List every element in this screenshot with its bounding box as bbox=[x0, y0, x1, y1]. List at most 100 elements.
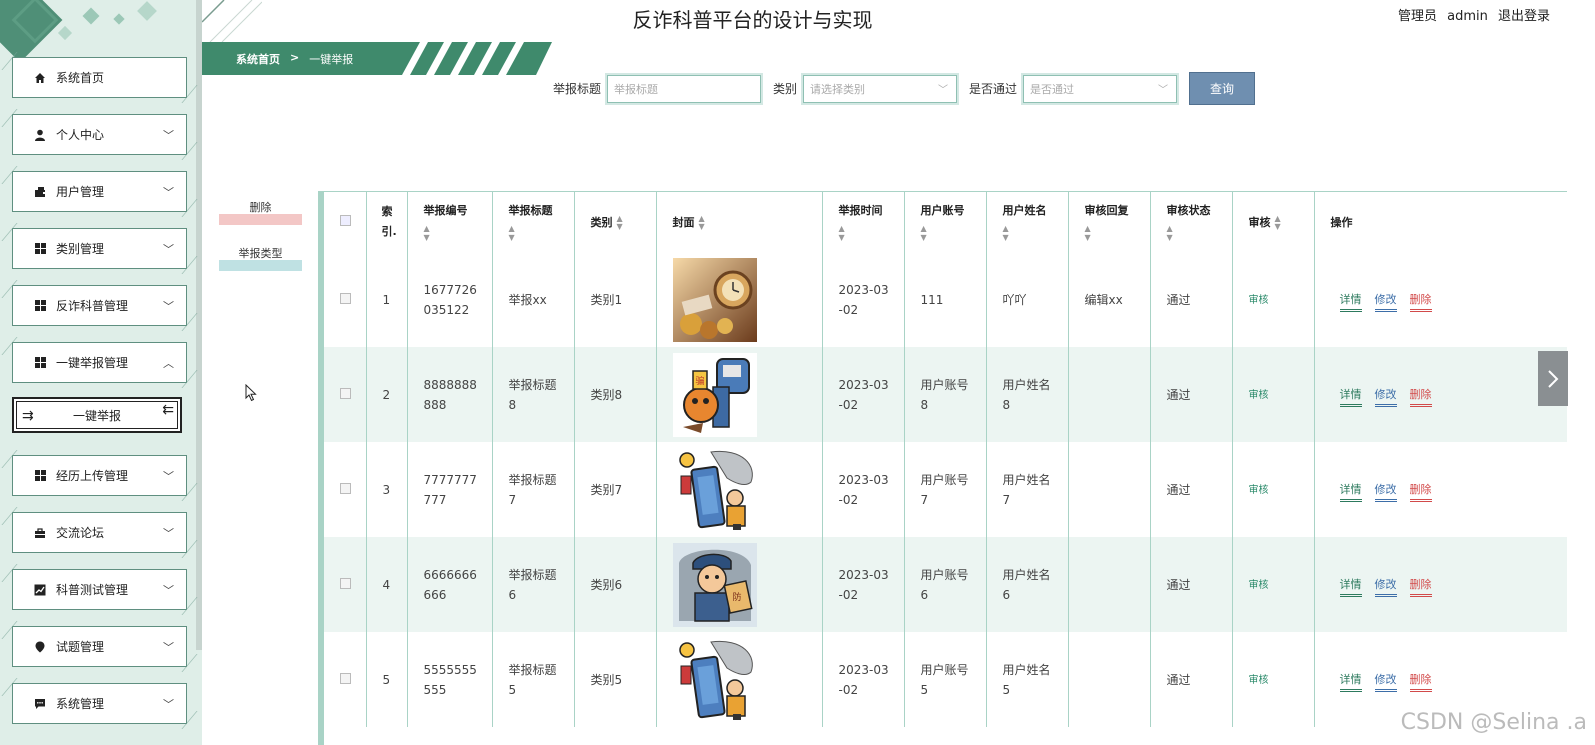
sidebar-item-system-management[interactable]: 系统管理 ﹀ bbox=[12, 683, 187, 724]
sort-icon[interactable]: ▲ ▼ bbox=[424, 224, 478, 242]
cell-review-status: 通过 bbox=[1150, 442, 1233, 537]
sidebar-item-personal-center[interactable]: 个人中心 ﹀ bbox=[12, 114, 187, 155]
row-select-cell[interactable] bbox=[324, 347, 367, 442]
review-link[interactable]: 审核 bbox=[1249, 580, 1269, 591]
cell-index: 4 bbox=[366, 537, 408, 632]
delete-link[interactable]: 删除 bbox=[1409, 483, 1432, 502]
select-all-header[interactable] bbox=[324, 192, 367, 252]
cell-category: 类别1 bbox=[574, 252, 657, 347]
search-category-label: 类别 bbox=[773, 82, 798, 96]
cell-user-name: 用户姓名5 bbox=[986, 632, 1069, 727]
header-review-reply[interactable]: 审核回复 ▲ ▼ bbox=[1068, 192, 1151, 252]
sidebar-subitem-one-click-report[interactable]: ⇉ 一键举报 ⇇ bbox=[12, 397, 182, 433]
sidebar-item-experience-upload[interactable]: 经历上传管理 ﹀ bbox=[12, 455, 187, 496]
cell-report-time: 2023-03-02 bbox=[822, 252, 905, 347]
sort-icon[interactable]: ▲ ▼ bbox=[1167, 224, 1218, 242]
delete-link[interactable]: 删除 bbox=[1409, 293, 1432, 312]
header-report-no[interactable]: 举报编号 ▲ ▼ bbox=[407, 192, 493, 252]
row-checkbox[interactable] bbox=[340, 482, 351, 494]
header-review[interactable]: 审核 ▲ ▼ bbox=[1232, 192, 1315, 252]
sort-icon[interactable]: ▲ ▼ bbox=[509, 224, 560, 242]
next-page-arrow[interactable] bbox=[1538, 351, 1568, 406]
logout-link[interactable]: 退出登录 bbox=[1498, 9, 1550, 24]
cell-cover bbox=[656, 252, 823, 347]
header-report-title[interactable]: 举报标题 ▲ ▼ bbox=[492, 192, 575, 252]
edit-link[interactable]: 修改 bbox=[1374, 293, 1397, 312]
delete-link[interactable]: 删除 bbox=[1409, 388, 1432, 407]
search-title-label: 举报标题 bbox=[553, 82, 602, 96]
header-review-status[interactable]: 审核状态 ▲ ▼ bbox=[1150, 192, 1233, 252]
row-checkbox[interactable] bbox=[340, 292, 351, 304]
row-select-cell[interactable] bbox=[324, 252, 367, 347]
row-select-cell[interactable] bbox=[324, 632, 367, 727]
detail-link[interactable]: 详情 bbox=[1339, 673, 1362, 692]
sidebar-item-anti-fraud-management[interactable]: 反诈科普管理 ﹀ bbox=[12, 285, 187, 326]
edit-link[interactable]: 修改 bbox=[1374, 673, 1397, 692]
review-link[interactable]: 审核 bbox=[1249, 295, 1269, 306]
chevron-down-icon: ﹀ bbox=[163, 243, 174, 256]
sort-icon[interactable]: ▲ ▼ bbox=[839, 224, 890, 242]
subitem-frame bbox=[16, 401, 178, 429]
delete-link[interactable]: 删除 bbox=[1409, 673, 1432, 692]
search-category-select[interactable]: 请选择类别 ﹀ bbox=[801, 72, 960, 105]
cell-report-time: 2023-03-02 bbox=[822, 442, 905, 537]
cell-report-title: 举报标题6 bbox=[492, 537, 575, 632]
chevron-down-icon: ﹀ bbox=[163, 641, 174, 654]
sidebar-item-question-management[interactable]: 试题管理 ﹀ bbox=[12, 626, 187, 667]
sidebar-item-label: 科普测试管理 bbox=[56, 583, 129, 597]
delete-link[interactable]: 删除 bbox=[1409, 578, 1432, 597]
sort-icon[interactable]: ▲ ▼ bbox=[921, 224, 972, 242]
edit-link[interactable]: 修改 bbox=[1374, 483, 1397, 502]
cell-index: 1 bbox=[366, 252, 408, 347]
sort-icon[interactable]: ▲ ▼ bbox=[1085, 224, 1136, 242]
detail-link[interactable]: 详情 bbox=[1339, 293, 1362, 312]
search-button[interactable]: 查询 bbox=[1189, 72, 1256, 105]
edit-link[interactable]: 修改 bbox=[1374, 578, 1397, 597]
review-link[interactable]: 审核 bbox=[1249, 485, 1269, 496]
batch-delete-button[interactable]: 删除 bbox=[219, 201, 302, 225]
sort-icon[interactable]: ▲ ▼ bbox=[1275, 214, 1281, 231]
sidebar-item-home[interactable]: 系统首页 bbox=[12, 57, 187, 98]
sidebar-scrollbar[interactable] bbox=[196, 0, 202, 650]
detail-link[interactable]: 详情 bbox=[1339, 578, 1362, 597]
sidebar-item-forum[interactable]: 交流论坛 ﹀ bbox=[12, 512, 187, 553]
header-ops: 操作 bbox=[1314, 192, 1567, 252]
row-select-cell[interactable] bbox=[324, 537, 367, 632]
report-type-button[interactable]: 举报类型 bbox=[219, 247, 302, 271]
review-link[interactable]: 审核 bbox=[1249, 675, 1269, 686]
cover-image bbox=[672, 447, 757, 532]
search-pass-select[interactable]: 是否通过 ﹀ bbox=[1021, 72, 1180, 105]
header-cover[interactable]: 封面 ▲ ▼ bbox=[656, 192, 823, 252]
detail-link[interactable]: 详情 bbox=[1339, 388, 1362, 407]
sidebar-item-category-management[interactable]: 类别管理 ﹀ bbox=[12, 228, 187, 269]
header-user-account[interactable]: 用户账号 ▲ ▼ bbox=[904, 192, 987, 252]
cell-report-title: 举报标题7 bbox=[492, 442, 575, 537]
detail-link[interactable]: 详情 bbox=[1339, 483, 1362, 502]
header-category[interactable]: 类别 ▲ ▼ bbox=[574, 192, 657, 252]
row-checkbox[interactable] bbox=[340, 672, 351, 684]
sort-icon[interactable]: ▲ ▼ bbox=[1003, 224, 1054, 242]
search-title-input[interactable]: 举报标题 bbox=[605, 72, 764, 105]
review-link[interactable]: 审核 bbox=[1249, 390, 1269, 401]
home-icon bbox=[33, 71, 47, 85]
header-report-time[interactable]: 举报时间 ▲ ▼ bbox=[822, 192, 905, 252]
cell-category: 类别5 bbox=[574, 632, 657, 727]
sidebar-item-report-management[interactable]: 一键举报管理 ︿ bbox=[12, 342, 187, 383]
sidebar-item-user-management[interactable]: 用户管理 ﹀ bbox=[12, 171, 187, 212]
sort-icon[interactable]: ▲ ▼ bbox=[617, 214, 623, 231]
chevron-down-icon: ﹀ bbox=[163, 470, 174, 483]
breadcrumb-home[interactable]: 系统首页 bbox=[236, 51, 280, 67]
cell-review: 审核 bbox=[1232, 252, 1315, 347]
row-checkbox[interactable] bbox=[340, 387, 351, 399]
edit-link[interactable]: 修改 bbox=[1374, 388, 1397, 407]
cover-image bbox=[672, 637, 757, 722]
cell-review-status: 通过 bbox=[1150, 537, 1233, 632]
select-all-checkbox[interactable] bbox=[340, 215, 351, 226]
table-header-row: 索引. 举报编号 ▲ ▼ 举报标题 ▲ ▼ 类别 ▲ ▼ 封面 ▲ ▼ 举报时间 ▲ ▼ 用户账号 ▲… bbox=[324, 192, 1567, 252]
row-select-cell[interactable] bbox=[324, 442, 367, 537]
sidebar-item-quiz-management[interactable]: 科普测试管理 ﹀ bbox=[12, 569, 187, 610]
header-user-name[interactable]: 用户姓名 ▲ ▼ bbox=[986, 192, 1069, 252]
row-checkbox[interactable] bbox=[340, 577, 351, 589]
sort-icon[interactable]: ▲ ▼ bbox=[699, 214, 705, 231]
chevron-down-icon: ﹀ bbox=[163, 584, 174, 597]
